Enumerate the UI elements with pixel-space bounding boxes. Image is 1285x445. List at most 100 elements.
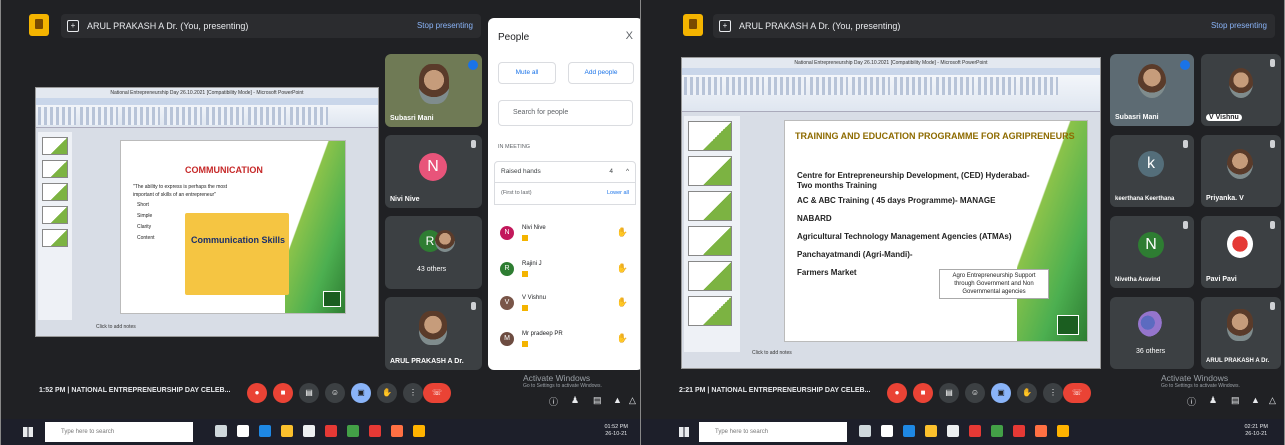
emoji-button[interactable]: ☺ xyxy=(965,383,985,403)
taskbar-search-input[interactable]: Type here to search xyxy=(45,422,193,442)
store-icon[interactable] xyxy=(237,425,249,437)
activate-windows-watermark: Activate Windows Go to Settings to activa… xyxy=(523,373,602,389)
stop-presenting-button[interactable]: Stop presenting xyxy=(417,14,473,38)
file-explorer-icon[interactable] xyxy=(925,425,937,437)
participant-tile-nivetha[interactable]: N Nivetha Aravind xyxy=(1110,216,1194,288)
list-item[interactable]: V V Vishnu ✋ xyxy=(500,294,636,318)
mute-all-button[interactable]: Mute all xyxy=(498,62,556,84)
close-icon[interactable]: X xyxy=(626,30,633,42)
present-button[interactable]: ▣ xyxy=(991,383,1011,403)
participant-name: ARUL PRAKASH A Dr. xyxy=(390,358,464,365)
participant-photo-icon xyxy=(1229,68,1253,98)
participant-tile-subasri[interactable]: Subasri Mani xyxy=(1110,54,1194,126)
notes-pane[interactable]: Click to add notes xyxy=(752,350,792,356)
office-icon[interactable] xyxy=(391,425,403,437)
end-call-button[interactable]: ☏ xyxy=(423,383,451,403)
participant-tile-nivi[interactable]: N Nivi Nive xyxy=(385,135,482,208)
ppt-ribbon[interactable] xyxy=(36,98,378,128)
participant-tile-arul[interactable]: ARUL PRAKASH A Dr. xyxy=(385,297,482,370)
camera-off-button[interactable]: ■ xyxy=(273,383,293,403)
search-input[interactable]: Search for people xyxy=(498,100,633,126)
stop-presenting-button[interactable]: Stop presenting xyxy=(1211,14,1267,38)
participant-tile-subasri[interactable]: Subasri Mani xyxy=(385,54,482,127)
others-count: 43 others xyxy=(417,266,447,273)
participant-tile-keerthana[interactable]: k keerthana Keerthana xyxy=(1110,135,1194,207)
participant-tile-others[interactable]: 36 others xyxy=(1110,297,1194,369)
lower-hand-icon[interactable]: ✋ xyxy=(617,263,628,274)
photos-icon[interactable] xyxy=(347,425,359,437)
chrome-app-icon[interactable] xyxy=(413,425,425,437)
mic-off-button[interactable]: ● xyxy=(887,383,907,403)
edge-icon[interactable] xyxy=(259,425,271,437)
order-label: (First to last) xyxy=(501,190,532,196)
meeting-controls: 2:21 PM | NATIONAL ENTREPRENEURSHIP DAY … xyxy=(641,373,1284,409)
people-icon[interactable]: ♟ xyxy=(571,395,579,406)
slide-thumbnails[interactable] xyxy=(684,116,740,352)
mic-off-button[interactable]: ● xyxy=(247,383,267,403)
powerpoint-icon[interactable] xyxy=(1013,425,1025,437)
raise-hand-button[interactable]: ✋ xyxy=(377,383,397,403)
chrome-icon[interactable] xyxy=(325,425,337,437)
add-people-button[interactable]: Add people xyxy=(568,62,634,84)
powerpoint-icon[interactable] xyxy=(369,425,381,437)
activities-icon[interactable]: ▲ xyxy=(613,395,622,405)
people-icon[interactable]: ♟ xyxy=(1209,395,1217,406)
chat-icon[interactable]: ▤ xyxy=(1231,395,1240,406)
activate-title: Activate Windows xyxy=(523,373,591,383)
task-view-icon[interactable] xyxy=(215,425,227,437)
lower-hand-icon[interactable]: ✋ xyxy=(617,297,628,308)
participant-tile-pavi[interactable]: Pavi Pavi xyxy=(1201,216,1281,288)
edge-icon[interactable] xyxy=(903,425,915,437)
lower-hand-icon[interactable]: ✋ xyxy=(617,333,628,344)
info-icon[interactable]: ⓘ xyxy=(1187,395,1196,408)
captions-button[interactable]: ▤ xyxy=(299,383,319,403)
raised-hands-section[interactable]: Raised hands 4 ^ xyxy=(494,161,636,183)
chat-icon[interactable]: ▤ xyxy=(593,395,602,406)
list-item[interactable]: R Rajini J ✋ xyxy=(500,260,636,284)
photos-icon[interactable] xyxy=(991,425,1003,437)
participant-name: Nivetha Aravind xyxy=(1115,277,1161,283)
taskbar-clock[interactable]: 02:21 PM 26-10-21 xyxy=(1244,424,1268,438)
chrome-app-icon[interactable] xyxy=(1057,425,1069,437)
notes-pane[interactable]: Click to add notes xyxy=(96,324,136,330)
store-icon[interactable] xyxy=(881,425,893,437)
participant-name: V Vishnu xyxy=(522,295,546,301)
raise-hand-button[interactable]: ✋ xyxy=(1017,383,1037,403)
clock-date: 26-10-21 xyxy=(605,431,628,437)
more-options-button[interactable]: ⋮ xyxy=(403,383,423,403)
mail-icon[interactable] xyxy=(947,425,959,437)
taskbar-clock[interactable]: 01:52 PM 26-10-21 xyxy=(604,424,628,438)
lower-all-button[interactable]: Lower all xyxy=(607,183,629,203)
lower-hand-icon[interactable]: ✋ xyxy=(617,227,628,238)
list-item[interactable]: N Nivi Nive ✋ xyxy=(500,224,636,248)
camera-off-button[interactable]: ■ xyxy=(913,383,933,403)
more-options-button[interactable]: ⋮ xyxy=(1043,383,1063,403)
chevron-up-icon[interactable]: ^ xyxy=(626,162,629,182)
participant-tile-arul[interactable]: ARUL PRAKASH A Dr. xyxy=(1201,297,1281,369)
taskbar-search-input[interactable]: Type here to search xyxy=(699,422,847,442)
present-button[interactable]: ▣ xyxy=(351,383,371,403)
participant-tile-priyanka[interactable]: Priyanka. V xyxy=(1201,135,1281,207)
windows-start-icon[interactable] xyxy=(23,427,33,437)
slide-thumbnails[interactable] xyxy=(38,132,72,320)
captions-button[interactable]: ▤ xyxy=(939,383,959,403)
end-call-button[interactable]: ☏ xyxy=(1063,383,1091,403)
mic-off-icon xyxy=(471,140,476,148)
lock-icon[interactable]: △ xyxy=(1269,395,1276,406)
windows-start-icon[interactable] xyxy=(679,427,689,437)
presenting-bar: + ARUL PRAKASH A Dr. (You, presenting) S… xyxy=(61,14,481,38)
info-icon[interactable]: ⓘ xyxy=(549,395,558,408)
mic-off-icon xyxy=(1183,140,1188,148)
mail-icon[interactable] xyxy=(303,425,315,437)
lock-icon[interactable]: △ xyxy=(629,395,636,406)
file-explorer-icon[interactable] xyxy=(281,425,293,437)
activities-icon[interactable]: ▲ xyxy=(1251,395,1260,405)
chrome-icon[interactable] xyxy=(969,425,981,437)
emoji-button[interactable]: ☺ xyxy=(325,383,345,403)
list-item[interactable]: M Mr pradeep PR ✋ xyxy=(500,330,636,354)
office-icon[interactable] xyxy=(1035,425,1047,437)
task-view-icon[interactable] xyxy=(859,425,871,437)
ppt-ribbon[interactable] xyxy=(682,68,1100,112)
participant-tile-others[interactable]: R 43 others xyxy=(385,216,482,289)
participant-tile-vishnu[interactable]: V Vishnu xyxy=(1201,54,1281,126)
